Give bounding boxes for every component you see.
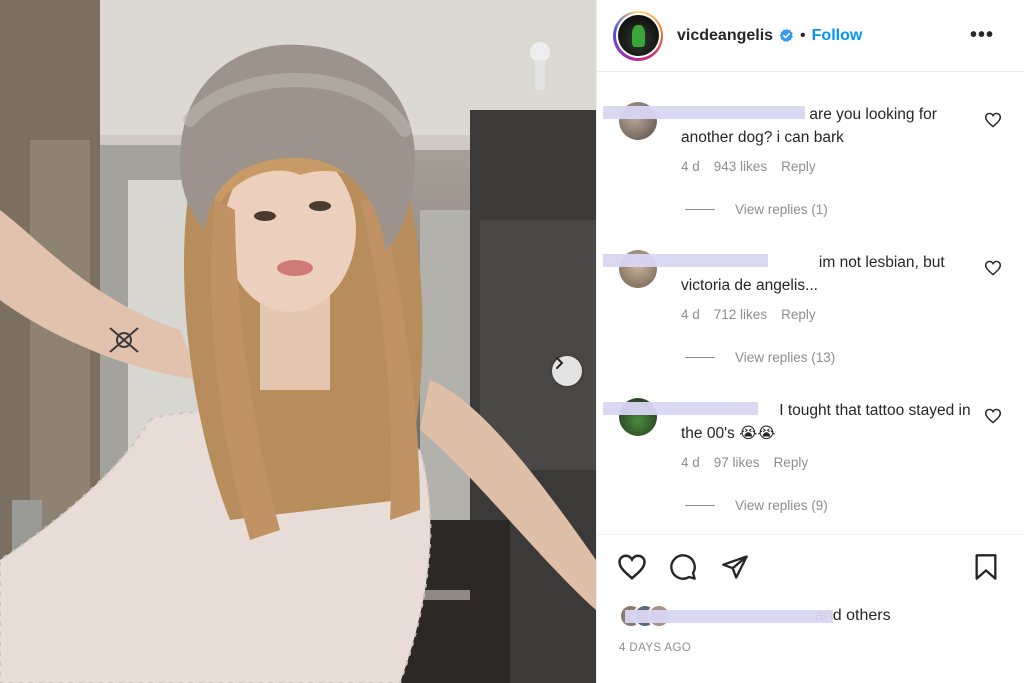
separator-dot: • <box>800 26 806 44</box>
author-avatar-image <box>617 15 659 56</box>
share-icon[interactable] <box>721 553 749 586</box>
reply-button[interactable]: Reply <box>781 307 816 322</box>
post-header: vicdeangelis • Follow ••• <box>597 0 1024 72</box>
post-actions-bar <box>597 534 1024 604</box>
heart-icon[interactable] <box>984 112 1002 133</box>
comment-age: 4 d <box>681 307 700 322</box>
comment-meta: 4 d 97 likes Reply <box>681 455 808 470</box>
verified-badge-icon <box>779 28 794 43</box>
like-heart-icon[interactable] <box>617 553 647 586</box>
post-photo <box>0 0 596 683</box>
chevron-right-icon <box>556 357 564 369</box>
heart-icon[interactable] <box>984 260 1002 281</box>
view-replies-button[interactable]: View replies (9) <box>685 498 828 513</box>
post-date: 4 DAYS AGO <box>619 642 692 654</box>
comment-age: 4 d <box>681 455 700 470</box>
post-side-panel: vicdeangelis • Follow ••• username_hidde… <box>596 0 1024 683</box>
view-replies-button[interactable]: View replies (1) <box>685 202 828 217</box>
bookmark-icon[interactable] <box>974 553 998 586</box>
comment-meta: 4 d 712 likes Reply <box>681 307 816 322</box>
comment-item: username_hidden are you looking for anot… <box>597 86 1024 234</box>
photo-illustration <box>0 0 596 683</box>
more-options-icon[interactable]: ••• <box>970 24 994 47</box>
comment-icon[interactable] <box>669 553 697 586</box>
comment-age: 4 d <box>681 159 700 174</box>
author-username[interactable]: vicdeangelis <box>677 27 773 45</box>
comment-likes[interactable]: 943 likes <box>714 159 767 174</box>
comments-list: username_hidden are you looking for anot… <box>597 86 1024 530</box>
comment-likes[interactable]: 712 likes <box>714 307 767 322</box>
next-photo-button[interactable] <box>552 356 582 386</box>
redacted-username <box>625 610 833 623</box>
comment-item: hidden_name_here im not lesbian, but vic… <box>597 234 1024 382</box>
liked-by-row[interactable]: and others <box>619 600 1024 632</box>
comment-item: hidden_name I tought that tattoo stayed … <box>597 382 1024 530</box>
comment-likes[interactable]: 97 likes <box>714 455 760 470</box>
author-avatar[interactable] <box>613 10 663 61</box>
reply-button[interactable]: Reply <box>781 159 816 174</box>
heart-icon[interactable] <box>984 408 1002 429</box>
comment-meta: 4 d 943 likes Reply <box>681 159 816 174</box>
view-replies-button[interactable]: View replies (13) <box>685 350 835 365</box>
reply-button[interactable]: Reply <box>774 455 809 470</box>
follow-button[interactable]: Follow <box>812 27 863 45</box>
